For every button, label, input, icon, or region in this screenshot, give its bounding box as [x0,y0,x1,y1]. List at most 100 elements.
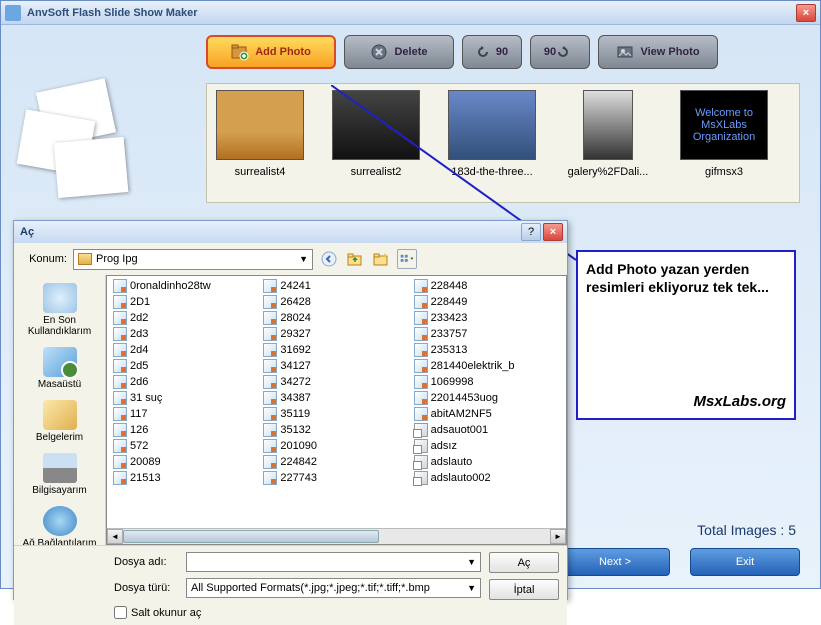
file-item[interactable]: 34387 [261,390,411,406]
place-documents[interactable]: Belgelerim [20,396,100,447]
file-item[interactable]: 22014453uog [412,390,562,406]
location-combo[interactable]: Prog Ipg ▼ [73,249,313,270]
file-name: 201090 [280,440,317,452]
help-icon[interactable]: ? [521,223,541,241]
close-icon[interactable]: × [796,4,816,22]
image-file-icon [263,471,277,485]
file-item[interactable]: 117 [111,406,261,422]
file-item[interactable]: 2d6 [111,374,261,390]
total-images-label: Total Images : 5 [697,522,796,538]
place-desktop[interactable]: Masaüstü [20,343,100,394]
file-item[interactable]: 31692 [261,342,411,358]
file-name: 117 [130,408,148,420]
file-item[interactable]: 281440elektrik_b [412,358,562,374]
place-computer[interactable]: Bilgisayarım [20,449,100,500]
view-photo-button[interactable]: View Photo [598,35,718,69]
file-item[interactable]: 35132 [261,422,411,438]
new-folder-icon[interactable] [371,249,391,269]
file-item[interactable]: adslauto002 [412,470,562,486]
file-name: 233423 [431,312,468,324]
place-network[interactable]: Ağ Bağlantılarım [20,502,100,545]
image-file-icon [113,471,127,485]
exit-button[interactable]: Exit [690,548,800,576]
open-button[interactable]: Aç [489,552,559,573]
view-menu-icon[interactable] [397,249,417,269]
cancel-button[interactable]: İptal [489,579,559,600]
dialog-close-icon[interactable]: × [543,223,563,241]
readonly-checkbox[interactable] [114,606,127,619]
next-button[interactable]: Next > [560,548,670,576]
file-item[interactable]: 228448 [412,278,562,294]
file-name: 0ronaldinho28tw [130,280,211,292]
file-item[interactable]: 227743 [261,470,411,486]
add-photo-button[interactable]: Add Photo [206,35,336,69]
file-item[interactable]: 2D1 [111,294,261,310]
delete-label: Delete [394,46,427,58]
rotate-left-icon [476,43,490,61]
file-item[interactable]: 224842 [261,454,411,470]
file-item[interactable]: 21513 [111,470,261,486]
scroll-thumb[interactable] [123,530,379,543]
image-file-icon [113,359,127,373]
file-item[interactable]: 1069998 [412,374,562,390]
h-scrollbar[interactable]: ◄ ► [107,528,566,544]
file-item[interactable]: 34272 [261,374,411,390]
place-recent[interactable]: En Son Kullandıklarım [20,279,100,341]
file-name: 22014453uog [431,392,498,404]
file-name: 2d3 [130,328,148,340]
file-item[interactable]: 228449 [412,294,562,310]
file-item[interactable]: 233757 [412,326,562,342]
file-item[interactable]: abitAM2NF5 [412,406,562,422]
thumbnail-item[interactable]: surrealist4 [213,90,307,196]
delete-button[interactable]: Delete [344,35,454,69]
file-name: 2d6 [130,376,148,388]
file-item[interactable]: 34127 [261,358,411,374]
file-item[interactable]: 0ronaldinho28tw [111,278,261,294]
view-icon [616,43,634,61]
back-icon[interactable] [319,249,339,269]
file-item[interactable]: 2d3 [111,326,261,342]
file-item[interactable]: 2d2 [111,310,261,326]
file-item[interactable]: 572 [111,438,261,454]
computer-icon [43,453,77,483]
file-item[interactable]: 31 suç [111,390,261,406]
file-item[interactable]: 28024 [261,310,411,326]
thumbnail-item[interactable]: Welcome to MsXLabs Organization gifmsx3 [677,90,771,196]
file-item[interactable]: 20089 [111,454,261,470]
file-item[interactable]: 233423 [412,310,562,326]
file-item[interactable]: adsız [412,438,562,454]
image-file-icon [414,359,428,373]
file-item[interactable]: adsauot001 [412,422,562,438]
folder-icon [78,253,92,265]
thumbnail-item[interactable]: 183d-the-three... [445,90,539,196]
file-item[interactable]: 26428 [261,294,411,310]
filetype-label: Dosya türü: [114,582,178,594]
file-list[interactable]: 0ronaldinho28tw 2D12d2 2d3 2d42d5 2d6 31 suç 1… [106,275,567,545]
thumbnail-strip: surrealist4 surrealist2 183d-the-three..… [206,83,800,203]
filename-input[interactable]: ▼ [186,552,481,572]
scroll-left-icon[interactable]: ◄ [107,529,123,544]
image-file-icon [263,423,277,437]
file-item[interactable]: 2d5 [111,358,261,374]
file-item[interactable]: 235313 [412,342,562,358]
image-file-icon [113,455,127,469]
rotate-right-button[interactable]: 90 [530,35,590,69]
scroll-right-icon[interactable]: ► [550,529,566,544]
titlebar: AnvSoft Flash Slide Show Maker × [1,1,820,25]
dialog-titlebar: Aç ? × [14,221,567,243]
thumbnail-item[interactable]: galery%2FDali... [561,90,655,196]
file-item[interactable]: 2d4 [111,342,261,358]
file-item[interactable]: 24241 [261,278,411,294]
image-file-icon [263,391,277,405]
file-item[interactable]: 29327 [261,326,411,342]
file-item[interactable]: 35119 [261,406,411,422]
file-item[interactable]: 126 [111,422,261,438]
filetype-select[interactable]: All Supported Formats(*.jpg;*.jpeg;*.tif… [186,578,481,598]
file-item[interactable]: adslauto [412,454,562,470]
rotate-left-button[interactable]: 90 [462,35,522,69]
file-name: 34387 [280,392,311,404]
file-item[interactable]: 201090 [261,438,411,454]
thumbnail-item[interactable]: surrealist2 [329,90,423,196]
up-folder-icon[interactable] [345,249,365,269]
image-file-icon [414,391,428,405]
